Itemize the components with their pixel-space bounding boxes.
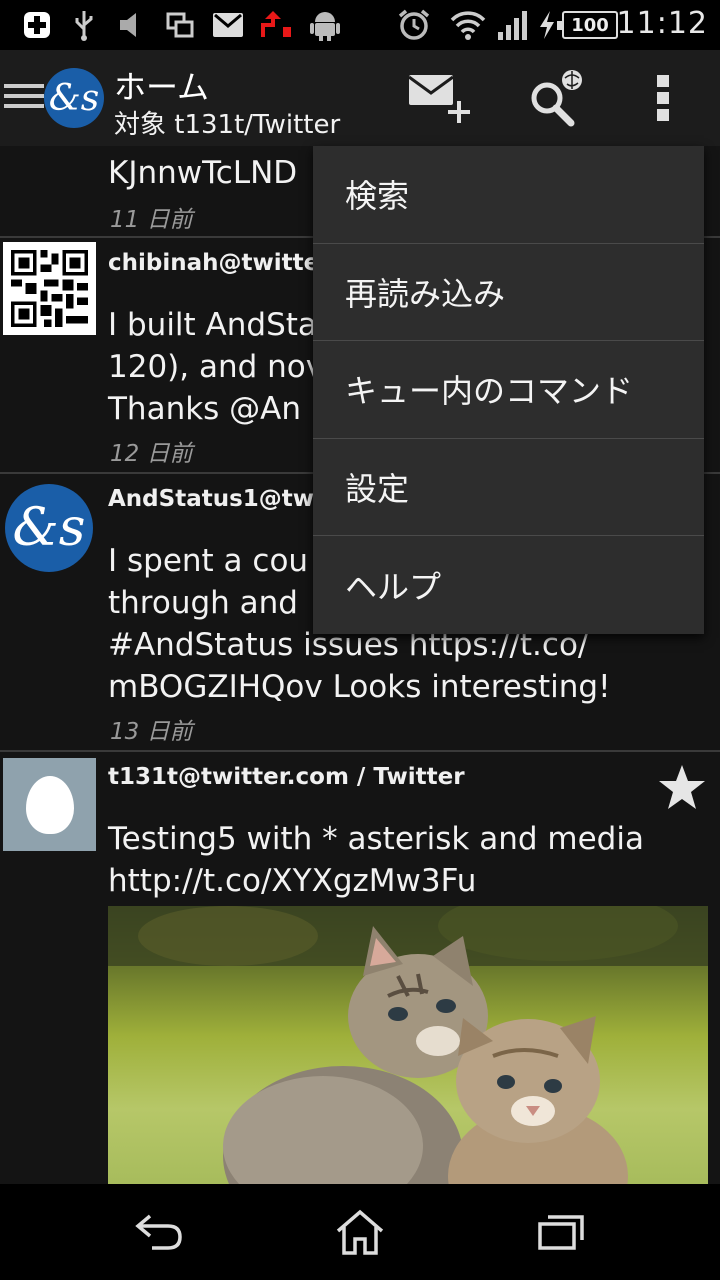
overflow-icon[interactable] [628, 68, 698, 128]
home-icon[interactable] [325, 1204, 395, 1260]
menu-item-help[interactable]: ヘルプ [313, 536, 704, 634]
screen-mirror-icon [164, 8, 196, 42]
signal-icon [494, 8, 530, 42]
back-icon[interactable] [124, 1204, 194, 1260]
message-line: Thanks @An [108, 391, 302, 427]
search-icon[interactable] [520, 68, 590, 128]
recents-icon[interactable] [526, 1204, 596, 1260]
upload-icon [258, 8, 294, 42]
author-name[interactable]: chibinah@twitte [108, 250, 319, 276]
author-name[interactable]: t131t@twitter.com / Twitter [108, 764, 465, 790]
avatar[interactable]: &s [5, 484, 93, 572]
message-text: Testing5 with * asterisk and media http:… [108, 818, 644, 902]
kittens-photo[interactable] [108, 906, 708, 1184]
message-text: KJnnwTcLND [108, 155, 298, 191]
message-line: I built AndSta [108, 307, 317, 343]
mute-icon [116, 8, 148, 42]
account-subtitle: 対象 t131t/Twitter [114, 110, 341, 140]
message-date: 11 日前 [110, 207, 193, 233]
wifi-icon [448, 8, 488, 42]
page-title: ホーム [114, 68, 210, 106]
compose-icon[interactable] [404, 68, 474, 128]
action-bar: &s ホーム 対象 t131t/Twitter [0, 50, 720, 146]
menu-item-reload[interactable]: 再読み込み [313, 244, 704, 342]
star-icon[interactable] [658, 764, 706, 814]
avatar[interactable] [3, 242, 96, 335]
drawer-icon[interactable] [4, 84, 44, 114]
menu-item-search[interactable]: 検索 [313, 146, 704, 244]
menu-item-settings[interactable]: 設定 [313, 439, 704, 537]
overflow-menu: 検索 再読み込み キュー内のコマンド 設定 ヘルプ [313, 146, 704, 634]
android-icon [308, 8, 342, 42]
message-line: http://t.co/XYXgzMw3Fu [108, 863, 477, 899]
status-bar: 100 11:12 [0, 0, 720, 50]
charging-icon [536, 8, 558, 42]
app-logo[interactable]: &s [44, 68, 104, 128]
message-date: 13 日前 [110, 719, 193, 745]
message-text: I built AndSta 120), and nov Thanks @An [108, 304, 324, 430]
message-line: 120), and nov [108, 349, 325, 385]
clock: 11:12 [616, 6, 708, 41]
avatar[interactable] [3, 758, 96, 851]
usb-icon [72, 8, 96, 42]
alarm-icon [396, 8, 432, 42]
menu-item-queue-commands[interactable]: キュー内のコマンド [313, 341, 704, 439]
message-line: Testing5 with * asterisk and media [108, 821, 644, 857]
author-name[interactable]: AndStatus1@twi [108, 486, 322, 512]
navigation-bar [0, 1184, 720, 1280]
message-date: 12 日前 [110, 441, 193, 467]
battery-icon: 100 [557, 11, 618, 39]
add-icon [20, 8, 54, 42]
gmail-icon [210, 8, 246, 42]
message-line: mBOGZIHQov Looks interesting! [108, 669, 611, 705]
